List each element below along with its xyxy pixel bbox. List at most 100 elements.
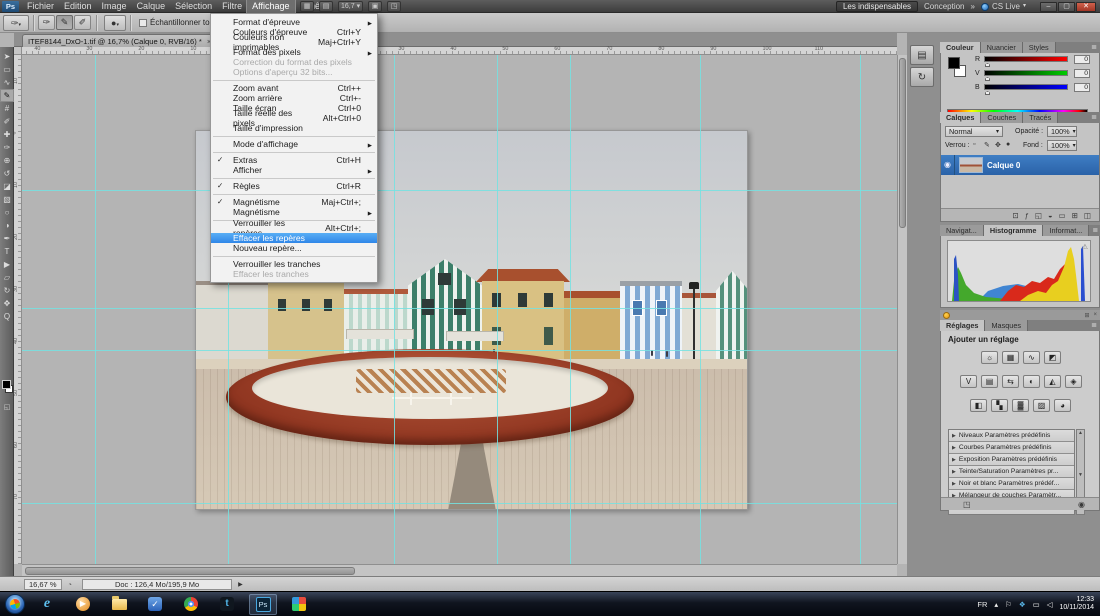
menu-item-nouveau-repere[interactable]: Nouveau repère... — [211, 243, 377, 253]
guide-vertical[interactable] — [95, 55, 96, 564]
panel-menu-icon[interactable]: ≣ — [1088, 320, 1100, 331]
menu-item-effacer-reperes[interactable]: Effacer les repères — [211, 233, 377, 243]
taskbar-messenger[interactable]: ✓ — [141, 594, 169, 615]
photo-filter-icon[interactable]: ◭ — [1044, 375, 1061, 388]
menu-image[interactable]: Image — [97, 0, 132, 13]
menu-item-afficher[interactable]: Afficher▶ — [211, 165, 377, 175]
menu-item-verrouiller-reperes[interactable]: Verrouiller les repèresAlt+Ctrl+; — [211, 223, 377, 233]
tab-nuancier[interactable]: Nuancier — [981, 42, 1023, 53]
horizontal-scrollbar-thumb[interactable] — [25, 567, 355, 575]
guide-horizontal[interactable] — [22, 190, 897, 191]
red-value[interactable]: 0 — [1074, 55, 1090, 64]
path-selection-tool[interactable]: ▶ — [0, 258, 14, 271]
workspace-overflow[interactable]: » — [971, 0, 975, 13]
menu-item-magnetisme[interactable]: ✓MagnétismeMaj+Ctrl+; — [211, 197, 377, 207]
tray-app-icon[interactable]: ❖ — [1019, 600, 1026, 609]
rotate-view-icon[interactable]: ↻ — [910, 67, 934, 87]
menu-item-format-pixels[interactable]: Format des pixels▶ — [211, 47, 377, 57]
menu-item-taille-impression[interactable]: Taille d'impression — [211, 123, 377, 133]
vertical-scrollbar[interactable] — [897, 55, 907, 564]
eyedropper-tool[interactable]: ✐ — [0, 115, 14, 128]
menu-item-extras[interactable]: ✓ExtrasCtrl+H — [211, 155, 377, 165]
guide-vertical[interactable] — [497, 55, 498, 564]
menu-item-magnetisme-submenu[interactable]: Magnétisme▶ — [211, 207, 377, 217]
vertical-ruler[interactable]: 100 1020 3040 5060 70 — [14, 55, 22, 564]
foreground-swatch[interactable] — [948, 57, 960, 69]
fill-input[interactable]: 100% ▾ — [1047, 140, 1077, 151]
close-panel-icon[interactable]: × — [1093, 312, 1097, 319]
clock[interactable]: 12:33 10/11/2014 — [1059, 596, 1094, 612]
lock-transparent-icon[interactable]: ▫ — [973, 141, 975, 148]
status-options-arrow-icon[interactable]: ▶ — [238, 581, 243, 588]
guide-vertical[interactable] — [394, 55, 395, 564]
zoom-percentage-field[interactable]: 16,67 % — [24, 579, 62, 590]
preset-row[interactable]: ▶Niveaux Paramètres prédéfinis — [949, 430, 1074, 442]
black-white-icon[interactable]: ◐ — [1023, 375, 1040, 388]
foreground-color-swatch[interactable] — [2, 380, 11, 389]
guide-vertical[interactable] — [860, 55, 861, 564]
menu-item-mode-affichage[interactable]: Mode d'affichage▶ — [211, 139, 377, 149]
menu-item-couleurs-non-imprimables[interactable]: Couleurs non imprimablesMaj+Ctrl+Y — [211, 37, 377, 47]
move-tool[interactable]: ➤ — [0, 50, 14, 63]
history-brush-tool[interactable]: ↺ — [0, 167, 14, 180]
lock-position-icon[interactable]: ✥ — [995, 141, 1001, 149]
dodge-tool[interactable]: ◑ — [0, 219, 14, 232]
layer-style-icon[interactable]: ƒ — [1025, 211, 1029, 220]
scroll-down-icon[interactable]: ▼ — [1078, 472, 1083, 478]
layer-mask-icon[interactable]: ◱ — [1035, 211, 1042, 220]
menu-item-regles[interactable]: ✓RèglesCtrl+R — [211, 181, 377, 191]
layer-visibility-icon[interactable]: ◉ — [941, 155, 955, 175]
hand-tool[interactable]: ✥ — [0, 297, 14, 310]
new-layer-icon[interactable]: ⊞ — [1072, 211, 1078, 220]
blue-slider[interactable] — [984, 84, 1068, 90]
preset-row[interactable]: ▶Courbes Paramètres prédéfinis — [949, 442, 1074, 454]
preset-row[interactable]: ▶Teinte/Saturation Paramètres pr... — [949, 466, 1074, 478]
red-slider[interactable] — [984, 56, 1068, 62]
taskbar-photoshop[interactable]: Ps — [249, 594, 277, 615]
bridge-icon[interactable]: ▦ — [300, 1, 314, 12]
return-to-list-icon[interactable]: ◳ — [963, 500, 971, 509]
panel-menu-icon[interactable]: ≣ — [1088, 112, 1100, 123]
gradient-map-icon[interactable]: ▨ — [1033, 399, 1050, 412]
photoshop-logo[interactable]: Ps — [2, 1, 19, 12]
scroll-up-icon[interactable]: ▲ — [1078, 430, 1083, 436]
guide-horizontal[interactable] — [22, 503, 897, 504]
menu-selection[interactable]: Sélection — [170, 0, 217, 13]
action-center-flag-icon[interactable]: ⚐ — [1005, 600, 1012, 609]
tab-couleur[interactable]: Couleur — [940, 42, 981, 53]
brush-size-picker[interactable]: ●▾ — [104, 15, 126, 31]
horizontal-scrollbar[interactable] — [22, 564, 897, 576]
guide-vertical[interactable] — [700, 55, 701, 564]
opacity-input[interactable]: 100% ▾ — [1047, 126, 1077, 137]
taskbar-internet-explorer[interactable]: e — [33, 594, 61, 615]
screen-mode-icon[interactable]: ◳ — [387, 1, 401, 12]
lock-pixels-icon[interactable]: ✎ — [984, 141, 990, 149]
tab-styles[interactable]: Styles — [1023, 42, 1056, 53]
exposure-icon[interactable]: ◩ — [1044, 351, 1061, 364]
posterize-icon[interactable]: ▚ — [991, 399, 1008, 412]
tab-masques[interactable]: Masques — [985, 320, 1028, 331]
layer-row-calque0[interactable]: ◉ Calque 0 — [941, 155, 1099, 175]
tab-reglages[interactable]: Réglages — [940, 320, 985, 331]
zoom-tool[interactable]: Q — [0, 310, 14, 323]
display-icon[interactable]: ▭ — [1033, 600, 1040, 609]
menu-item-zoom-avant[interactable]: Zoom avantCtrl++ — [211, 83, 377, 93]
document-tab[interactable]: ITEF8144_DxO-1.tif @ 16,7% (Calque 0, RV… — [22, 34, 217, 47]
arrange-documents-icon[interactable]: ▣ — [368, 1, 382, 12]
tab-couches[interactable]: Couches — [981, 112, 1023, 123]
link-layers-icon[interactable]: ⊡ — [1012, 211, 1018, 220]
color-balance-icon[interactable]: ⇆ — [1002, 375, 1019, 388]
guide-horizontal[interactable] — [22, 350, 897, 351]
layer-name[interactable]: Calque 0 — [987, 161, 1020, 170]
curves-icon[interactable]: ∿ — [1023, 351, 1040, 364]
tab-calques[interactable]: Calques — [940, 112, 981, 123]
guide-horizontal[interactable] — [22, 308, 897, 309]
rectangular-marquee-tool[interactable]: ▭ — [0, 63, 14, 76]
taskbar-explorer[interactable] — [105, 594, 133, 615]
menu-item-taille-reelle-pixels[interactable]: Taille réelle des pixelsAlt+Ctrl+0 — [211, 113, 377, 123]
canvas-pane[interactable] — [22, 55, 897, 564]
panel-menu-icon[interactable]: ≣ — [1089, 225, 1100, 236]
collapse-panel-icon[interactable]: ⊞ — [1084, 312, 1089, 319]
brightness-contrast-icon[interactable]: ☼ — [981, 351, 998, 364]
threshold-icon[interactable]: ▓ — [1012, 399, 1029, 412]
